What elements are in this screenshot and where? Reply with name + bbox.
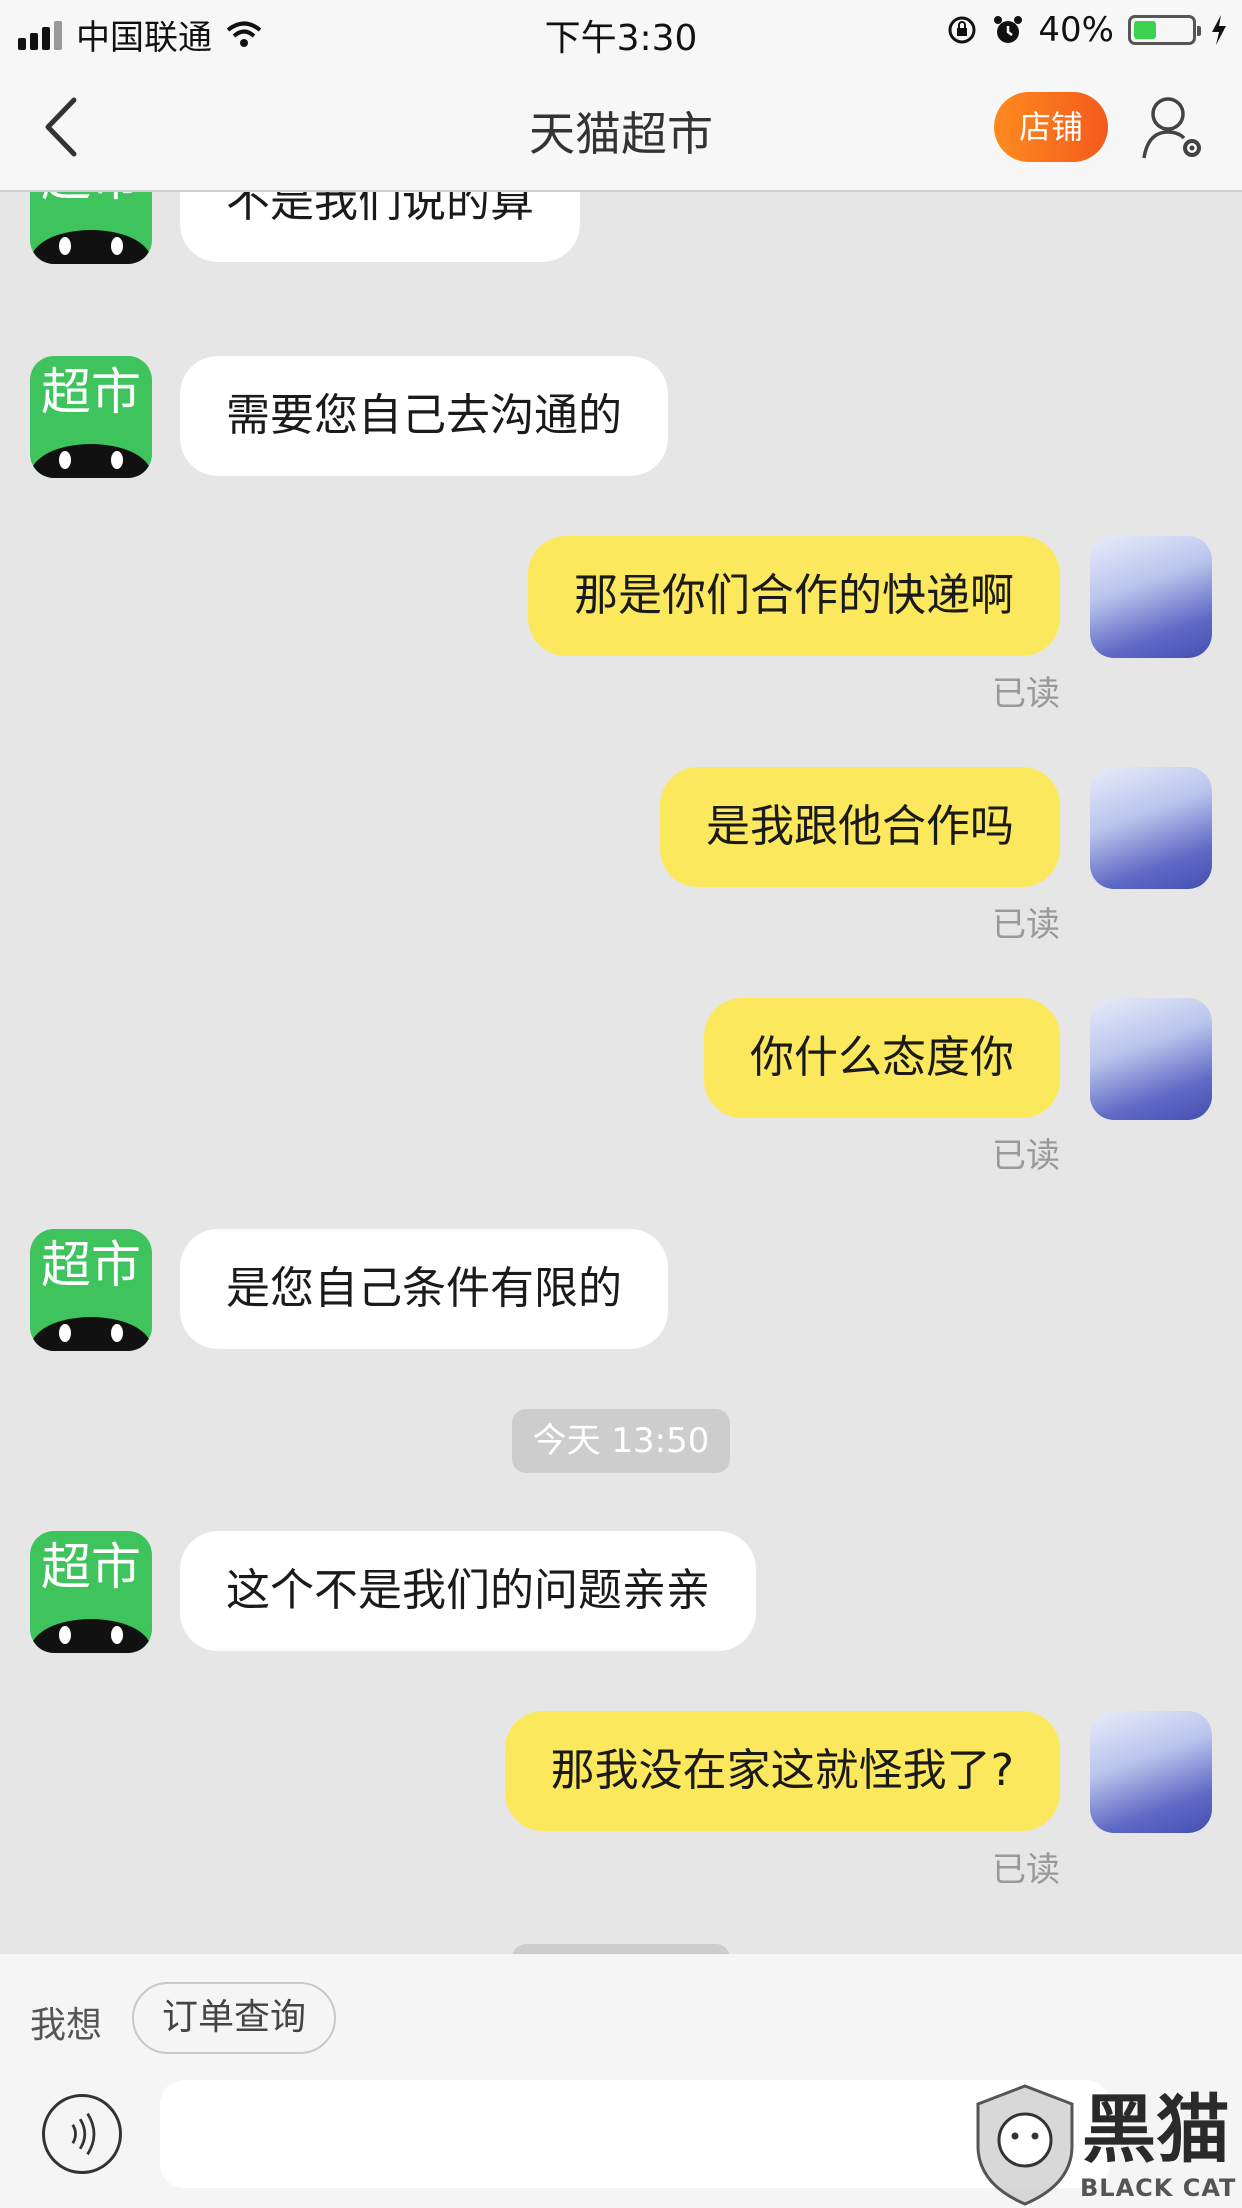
order-query-chip[interactable]: 订单查询 xyxy=(132,1982,336,2054)
cat-face-icon xyxy=(31,444,151,478)
message-bubble[interactable]: 需要您自己去沟通的 xyxy=(180,356,668,476)
chat-area[interactable]: 超市 不是我们说的算 超市 需要您自己去沟通的 那是你们合作的快递啊 已读 是我… xyxy=(0,192,1242,1954)
message-bubble[interactable]: 这个不是我们的问题亲亲 xyxy=(180,1531,756,1651)
message-bubble[interactable]: 你什么态度你 xyxy=(704,998,1060,1118)
quick-reply-label: 我想 xyxy=(30,2005,103,2046)
user-avatar[interactable] xyxy=(1090,536,1212,658)
message-bubble[interactable]: 是您自己条件有限的 xyxy=(180,1229,668,1349)
voice-input-button[interactable] xyxy=(42,2094,122,2174)
message-bubble[interactable]: 那是你们合作的快递啊 xyxy=(528,536,1060,656)
message-input[interactable] xyxy=(160,2080,1110,2188)
battery-percent: 40% xyxy=(1038,10,1114,50)
rotation-lock-icon xyxy=(948,16,976,44)
shield-cat-logo-icon xyxy=(976,2084,1074,2206)
bot-avatar[interactable]: 超市 xyxy=(30,356,152,478)
watermark-cn: 黑猫 xyxy=(1082,2087,1230,2173)
read-receipt: 已读 xyxy=(992,674,1060,714)
alarm-icon xyxy=(994,16,1023,43)
bot-avatar[interactable]: 超市 xyxy=(30,1229,152,1351)
user-settings-icon[interactable] xyxy=(1140,92,1206,162)
watermark-en: BLACK CAT xyxy=(1080,2174,1237,2202)
user-avatar[interactable] xyxy=(1090,767,1212,889)
cat-face-icon xyxy=(31,1317,151,1351)
status-bar: 中国联通 下午3:30 40% xyxy=(0,0,1242,62)
nav-bar: 天猫超市 店铺 xyxy=(0,62,1242,192)
cat-face-icon xyxy=(31,1619,151,1653)
black-cat-watermark: 黑猫 BLACK CAT xyxy=(970,2082,1242,2208)
read-receipt: 已读 xyxy=(992,1136,1060,1176)
message-bubble[interactable]: 那我没在家这就怪我了? xyxy=(504,1711,1060,1831)
quick-reply-bar: 我想 订单查询 xyxy=(0,1954,1242,2080)
user-avatar[interactable] xyxy=(1090,998,1212,1120)
battery-icon xyxy=(1128,15,1201,45)
cat-face-icon xyxy=(31,230,151,264)
read-receipt: 已读 xyxy=(992,1850,1060,1890)
time-divider: 今天 13:50 xyxy=(512,1409,730,1473)
user-avatar[interactable] xyxy=(1090,1711,1212,1833)
back-button[interactable] xyxy=(34,92,94,162)
charging-bolt-icon xyxy=(1212,15,1226,45)
message-bubble[interactable]: 不是我们说的算 xyxy=(180,192,580,262)
bot-avatar[interactable]: 超市 xyxy=(30,1531,152,1653)
shop-button[interactable]: 店铺 xyxy=(994,92,1108,162)
bot-avatar[interactable]: 超市 xyxy=(30,192,152,264)
time-divider-partial xyxy=(512,1944,730,1954)
message-bubble[interactable]: 是我跟他合作吗 xyxy=(660,767,1060,887)
read-receipt: 已读 xyxy=(992,905,1060,945)
